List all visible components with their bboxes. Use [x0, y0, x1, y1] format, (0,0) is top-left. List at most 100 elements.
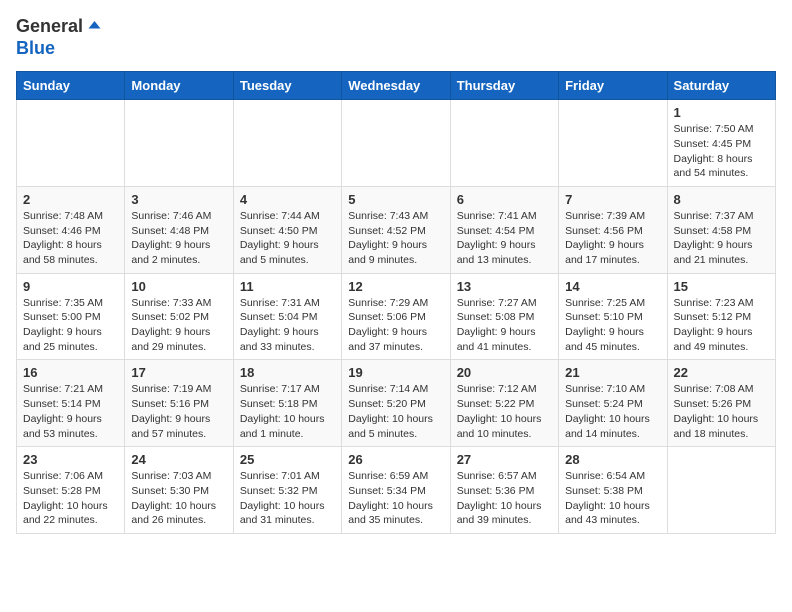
day-info: Sunrise: 7:10 AM Sunset: 5:24 PM Dayligh… — [565, 382, 660, 441]
column-header-friday: Friday — [559, 72, 667, 100]
calendar-cell: 12 Sunrise: 7:29 AM Sunset: 5:06 PM Dayli… — [342, 273, 450, 360]
day-number: 19 — [348, 365, 443, 380]
day-number: 22 — [674, 365, 769, 380]
day-info: Sunrise: 7:12 AM Sunset: 5:22 PM Dayligh… — [457, 382, 552, 441]
day-info: Sunrise: 7:21 AM Sunset: 5:14 PM Dayligh… — [23, 382, 118, 441]
calendar-cell: 3 Sunrise: 7:46 AM Sunset: 4:48 PM Daylig… — [125, 186, 233, 273]
calendar-table: SundayMondayTuesdayWednesdayThursdayFrid… — [16, 71, 776, 534]
day-info: Sunrise: 7:27 AM Sunset: 5:08 PM Dayligh… — [457, 296, 552, 355]
day-info: Sunrise: 7:08 AM Sunset: 5:26 PM Dayligh… — [674, 382, 769, 441]
calendar-cell: 26 Sunrise: 6:59 AM Sunset: 5:34 PM Dayli… — [342, 447, 450, 534]
calendar-cell: 28 Sunrise: 6:54 AM Sunset: 5:38 PM Dayli… — [559, 447, 667, 534]
day-info: Sunrise: 7:39 AM Sunset: 4:56 PM Dayligh… — [565, 209, 660, 268]
day-info: Sunrise: 7:37 AM Sunset: 4:58 PM Dayligh… — [674, 209, 769, 268]
day-number: 14 — [565, 279, 660, 294]
day-info: Sunrise: 7:06 AM Sunset: 5:28 PM Dayligh… — [23, 469, 118, 528]
logo-blue: Blue — [16, 38, 55, 58]
day-info: Sunrise: 7:41 AM Sunset: 4:54 PM Dayligh… — [457, 209, 552, 268]
calendar-cell: 22 Sunrise: 7:08 AM Sunset: 5:26 PM Dayli… — [667, 360, 775, 447]
day-number: 13 — [457, 279, 552, 294]
day-number: 16 — [23, 365, 118, 380]
calendar-header-row: SundayMondayTuesdayWednesdayThursdayFrid… — [17, 72, 776, 100]
day-info: Sunrise: 6:57 AM Sunset: 5:36 PM Dayligh… — [457, 469, 552, 528]
calendar-week-row: 23 Sunrise: 7:06 AM Sunset: 5:28 PM Dayli… — [17, 447, 776, 534]
day-number: 5 — [348, 192, 443, 207]
calendar-cell: 14 Sunrise: 7:25 AM Sunset: 5:10 PM Dayli… — [559, 273, 667, 360]
logo: General Blue — [16, 16, 103, 59]
day-number: 20 — [457, 365, 552, 380]
calendar-cell: 5 Sunrise: 7:43 AM Sunset: 4:52 PM Daylig… — [342, 186, 450, 273]
calendar-week-row: 2Sunrise: 7:48 AM Sunset: 4:46 PM Daylig… — [17, 186, 776, 273]
calendar-week-row: 16 Sunrise: 7:21 AM Sunset: 5:14 PM Dayli… — [17, 360, 776, 447]
day-info: Sunrise: 7:50 AM Sunset: 4:45 PM Dayligh… — [674, 122, 769, 181]
day-info: Sunrise: 7:44 AM Sunset: 4:50 PM Dayligh… — [240, 209, 335, 268]
calendar-cell: 10 Sunrise: 7:33 AM Sunset: 5:02 PM Dayli… — [125, 273, 233, 360]
day-number: 3 — [131, 192, 226, 207]
column-header-thursday: Thursday — [450, 72, 558, 100]
day-info: Sunrise: 7:48 AM Sunset: 4:46 PM Dayligh… — [23, 209, 118, 268]
day-info: Sunrise: 7:23 AM Sunset: 5:12 PM Dayligh… — [674, 296, 769, 355]
day-info: Sunrise: 7:14 AM Sunset: 5:20 PM Dayligh… — [348, 382, 443, 441]
day-info: Sunrise: 7:35 AM Sunset: 5:00 PM Dayligh… — [23, 296, 118, 355]
day-info: Sunrise: 7:03 AM Sunset: 5:30 PM Dayligh… — [131, 469, 226, 528]
day-info: Sunrise: 7:31 AM Sunset: 5:04 PM Dayligh… — [240, 296, 335, 355]
day-info: Sunrise: 7:17 AM Sunset: 5:18 PM Dayligh… — [240, 382, 335, 441]
day-number: 6 — [457, 192, 552, 207]
day-info: Sunrise: 7:43 AM Sunset: 4:52 PM Dayligh… — [348, 209, 443, 268]
day-number: 11 — [240, 279, 335, 294]
day-info: Sunrise: 7:46 AM Sunset: 4:48 PM Dayligh… — [131, 209, 226, 268]
calendar-cell: 16 Sunrise: 7:21 AM Sunset: 5:14 PM Dayli… — [17, 360, 125, 447]
day-number: 1 — [674, 105, 769, 120]
calendar-cell: 2Sunrise: 7:48 AM Sunset: 4:46 PM Daylig… — [17, 186, 125, 273]
day-number: 25 — [240, 452, 335, 467]
calendar-cell: 11 Sunrise: 7:31 AM Sunset: 5:04 PM Dayli… — [233, 273, 341, 360]
calendar-cell — [559, 100, 667, 187]
logo-general: General — [16, 16, 83, 36]
day-number: 4 — [240, 192, 335, 207]
day-number: 12 — [348, 279, 443, 294]
day-info: Sunrise: 7:19 AM Sunset: 5:16 PM Dayligh… — [131, 382, 226, 441]
calendar-cell: 27 Sunrise: 6:57 AM Sunset: 5:36 PM Dayli… — [450, 447, 558, 534]
day-number: 26 — [348, 452, 443, 467]
calendar-cell: 15 Sunrise: 7:23 AM Sunset: 5:12 PM Dayli… — [667, 273, 775, 360]
day-number: 27 — [457, 452, 552, 467]
calendar-cell: 6 Sunrise: 7:41 AM Sunset: 4:54 PM Daylig… — [450, 186, 558, 273]
day-info: Sunrise: 6:59 AM Sunset: 5:34 PM Dayligh… — [348, 469, 443, 528]
calendar-cell — [17, 100, 125, 187]
day-number: 21 — [565, 365, 660, 380]
day-info: Sunrise: 6:54 AM Sunset: 5:38 PM Dayligh… — [565, 469, 660, 528]
calendar-cell: 21 Sunrise: 7:10 AM Sunset: 5:24 PM Dayli… — [559, 360, 667, 447]
calendar-cell: 13 Sunrise: 7:27 AM Sunset: 5:08 PM Dayli… — [450, 273, 558, 360]
day-info: Sunrise: 7:01 AM Sunset: 5:32 PM Dayligh… — [240, 469, 335, 528]
day-info: Sunrise: 7:33 AM Sunset: 5:02 PM Dayligh… — [131, 296, 226, 355]
calendar-cell: 23 Sunrise: 7:06 AM Sunset: 5:28 PM Dayli… — [17, 447, 125, 534]
day-number: 24 — [131, 452, 226, 467]
calendar-cell: 17 Sunrise: 7:19 AM Sunset: 5:16 PM Dayli… — [125, 360, 233, 447]
calendar-week-row: 1 Sunrise: 7:50 AM Sunset: 4:45 PM Daylig… — [17, 100, 776, 187]
calendar-week-row: 9Sunrise: 7:35 AM Sunset: 5:00 PM Daylig… — [17, 273, 776, 360]
day-info: Sunrise: 7:25 AM Sunset: 5:10 PM Dayligh… — [565, 296, 660, 355]
day-number: 15 — [674, 279, 769, 294]
calendar-cell: 8 Sunrise: 7:37 AM Sunset: 4:58 PM Daylig… — [667, 186, 775, 273]
column-header-tuesday: Tuesday — [233, 72, 341, 100]
calendar-cell: 25 Sunrise: 7:01 AM Sunset: 5:32 PM Dayli… — [233, 447, 341, 534]
day-number: 23 — [23, 452, 118, 467]
calendar-cell — [342, 100, 450, 187]
calendar-cell: 24 Sunrise: 7:03 AM Sunset: 5:30 PM Dayli… — [125, 447, 233, 534]
day-number: 10 — [131, 279, 226, 294]
day-number: 17 — [131, 365, 226, 380]
day-info: Sunrise: 7:29 AM Sunset: 5:06 PM Dayligh… — [348, 296, 443, 355]
column-header-sunday: Sunday — [17, 72, 125, 100]
calendar-cell: 1 Sunrise: 7:50 AM Sunset: 4:45 PM Daylig… — [667, 100, 775, 187]
day-number: 28 — [565, 452, 660, 467]
calendar-cell: 7 Sunrise: 7:39 AM Sunset: 4:56 PM Daylig… — [559, 186, 667, 273]
calendar-cell: 20 Sunrise: 7:12 AM Sunset: 5:22 PM Dayli… — [450, 360, 558, 447]
day-number: 18 — [240, 365, 335, 380]
day-number: 8 — [674, 192, 769, 207]
column-header-wednesday: Wednesday — [342, 72, 450, 100]
calendar-cell — [125, 100, 233, 187]
day-number: 7 — [565, 192, 660, 207]
calendar-cell: 4 Sunrise: 7:44 AM Sunset: 4:50 PM Daylig… — [233, 186, 341, 273]
logo-icon — [84, 18, 102, 36]
calendar-cell: 18 Sunrise: 7:17 AM Sunset: 5:18 PM Dayli… — [233, 360, 341, 447]
